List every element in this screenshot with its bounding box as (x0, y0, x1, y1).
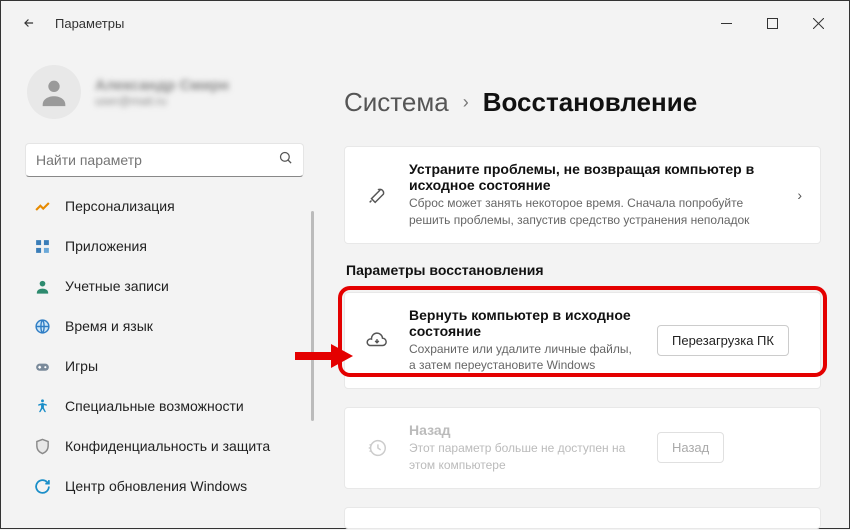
wrench-icon (363, 184, 391, 206)
sidebar-item-windows-update[interactable]: Центр обновления Windows (21, 467, 306, 505)
sidebar-scrollbar[interactable] (311, 211, 314, 421)
apps-icon (33, 237, 51, 255)
person-icon (33, 277, 51, 295)
page-title: Восстановление (483, 87, 697, 118)
go-back-card: Назад Этот параметр больше не доступен н… (344, 407, 821, 489)
accessibility-icon (33, 397, 51, 415)
profile-name: Александр Смирн (95, 77, 229, 94)
paintbrush-icon (33, 197, 51, 215)
card-title: Назад (409, 422, 639, 438)
back-button[interactable] (21, 15, 37, 31)
search-box[interactable] (25, 143, 304, 177)
main-content: Система › Восстановление Устраните пробл… (316, 45, 849, 530)
search-input[interactable] (36, 152, 278, 168)
chevron-right-icon: › (797, 187, 802, 203)
sidebar-item-personalization[interactable]: Персонализация (21, 187, 306, 225)
reset-icon (363, 329, 391, 351)
sidebar-item-time-language[interactable]: Время и язык (21, 307, 306, 345)
search-icon (278, 150, 293, 170)
sidebar-item-gaming[interactable]: Игры (21, 347, 306, 385)
sidebar: Александр Смирн user@mail.ru Персонализа… (1, 45, 316, 530)
history-icon (363, 437, 391, 459)
card-title: Вернуть компьютер в исходное состояние (409, 307, 639, 339)
chevron-right-icon: › (463, 92, 469, 113)
sidebar-item-label: Персонализация (65, 198, 175, 214)
close-button[interactable] (795, 7, 841, 39)
sidebar-item-privacy[interactable]: Конфиденциальность и защита (21, 427, 306, 465)
sidebar-item-label: Конфиденциальность и защита (65, 438, 270, 454)
sidebar-item-accounts[interactable]: Учетные записи (21, 267, 306, 305)
advanced-startup-card[interactable] (344, 507, 821, 529)
sidebar-item-apps[interactable]: Приложения (21, 227, 306, 265)
sidebar-item-label: Специальные возможности (65, 398, 244, 414)
titlebar: Параметры (1, 1, 849, 45)
maximize-button[interactable] (749, 7, 795, 39)
sidebar-item-label: Время и язык (65, 318, 153, 334)
sidebar-item-label: Игры (65, 358, 98, 374)
reset-pc-card: Вернуть компьютер в исходное состояние С… (344, 292, 821, 390)
troubleshoot-card[interactable]: Устраните проблемы, не возвращая компьют… (344, 146, 821, 244)
sidebar-item-accessibility[interactable]: Специальные возможности (21, 387, 306, 425)
window-title: Параметры (55, 16, 124, 31)
gamepad-icon (33, 357, 51, 375)
update-icon (33, 477, 51, 495)
avatar (27, 65, 81, 119)
breadcrumb: Система › Восстановление (344, 87, 821, 118)
profile-sub: user@mail.ru (95, 94, 229, 108)
breadcrumb-parent[interactable]: Система (344, 87, 449, 118)
section-title: Параметры восстановления (346, 262, 819, 278)
go-back-button: Назад (657, 432, 724, 463)
card-title: Устраните проблемы, не возвращая компьют… (409, 161, 779, 193)
sidebar-item-label: Центр обновления Windows (65, 478, 247, 494)
reset-pc-button[interactable]: Перезагрузка ПК (657, 325, 789, 356)
shield-icon (33, 437, 51, 455)
card-desc: Этот параметр больше не доступен на этом… (409, 440, 639, 474)
minimize-button[interactable] (703, 7, 749, 39)
sidebar-item-label: Учетные записи (65, 278, 169, 294)
profile[interactable]: Александр Смирн user@mail.ru (21, 55, 308, 137)
card-desc: Сохраните или удалите личные файлы, а за… (409, 341, 639, 375)
globe-icon (33, 317, 51, 335)
sidebar-item-label: Приложения (65, 238, 147, 254)
card-desc: Сброс может занять некоторое время. Снач… (409, 195, 779, 229)
